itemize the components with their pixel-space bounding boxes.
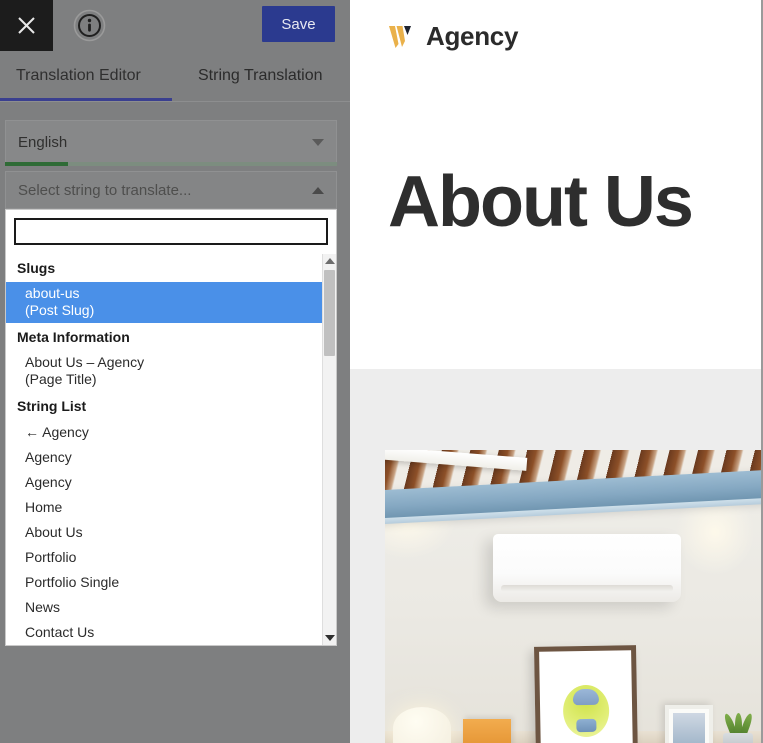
list-item-label: about-us xyxy=(25,285,80,301)
scrollbar-thumb[interactable] xyxy=(324,270,335,356)
website-preview-panel: Agency About Us xyxy=(350,0,763,743)
photo-lamp xyxy=(393,707,451,743)
list-item-sublabel: (Page Title) xyxy=(25,371,97,387)
list-item-label: Agency xyxy=(25,474,72,490)
scroll-down-arrow-icon[interactable] xyxy=(323,631,336,645)
list-item[interactable]: Portfolio xyxy=(6,545,336,570)
string-dropdown-panel: Slugs about-us (Post Slug) Meta Information… xyxy=(5,209,337,646)
string-select-placeholder: Select string to translate... xyxy=(18,181,192,199)
list-item[interactable]: Portfolio Single xyxy=(6,570,336,595)
search-input[interactable] xyxy=(14,218,328,245)
chevron-down-icon xyxy=(312,138,324,146)
translation-progress-fill xyxy=(5,162,69,166)
list-item-label: ← Agency xyxy=(25,424,89,440)
chevron-up-icon xyxy=(312,186,324,194)
list-item-sublabel: (Post Slug) xyxy=(25,302,95,318)
modal-topbar: Save xyxy=(0,0,350,51)
list-item-label: Agency xyxy=(25,449,72,465)
tab-translation-editor-label: Translation Editor xyxy=(16,67,141,84)
interior-room-photo xyxy=(385,450,761,743)
photo-artwork-graphic xyxy=(562,684,610,738)
option-group-header: Meta Information xyxy=(17,329,130,345)
list-item-label: Portfolio Single xyxy=(25,574,120,590)
list-item-label: About Us xyxy=(25,524,83,540)
list-item[interactable]: News xyxy=(6,595,336,620)
page-title: About Us xyxy=(388,162,694,242)
list-item-label: News xyxy=(25,599,61,615)
string-option-list: Slugs about-us (Post Slug) Meta Information… xyxy=(6,254,336,645)
list-item-label: About Us – Agency xyxy=(25,354,145,370)
list-item[interactable]: Home xyxy=(6,495,336,520)
language-select-value: English xyxy=(18,133,68,151)
translation-progress-bar xyxy=(5,162,337,166)
translation-modal-overlay: Save Translation Editor String Translati… xyxy=(0,0,350,743)
list-item[interactable]: ← Agency xyxy=(6,420,336,445)
scroll-up-arrow-icon[interactable] xyxy=(323,254,336,268)
w-logo-icon xyxy=(388,23,416,49)
list-item-label: Portfolio xyxy=(25,549,77,565)
list-item[interactable]: Agency xyxy=(6,470,336,495)
list-item[interactable]: Contact Us xyxy=(6,620,336,645)
tab-string-translation-label: String Translation xyxy=(198,67,323,84)
info-button[interactable] xyxy=(73,9,106,42)
active-tab-indicator xyxy=(0,98,172,101)
site-header: Agency xyxy=(350,0,761,72)
list-item[interactable]: Agency xyxy=(6,445,336,470)
photo-small-frame xyxy=(665,705,713,743)
info-icon xyxy=(73,9,106,42)
brand-name: Agency xyxy=(426,21,519,51)
dropdown-scrollbar[interactable] xyxy=(322,254,336,645)
photo-framed-artwork xyxy=(534,645,638,743)
string-select[interactable]: Select string to translate... xyxy=(5,171,337,209)
dropdown-search-area xyxy=(6,210,336,251)
site-content-section xyxy=(350,369,761,743)
list-item-label: Contact Us xyxy=(25,624,95,640)
modal-tabs: Translation Editor String Translation xyxy=(0,51,350,102)
list-item[interactable]: About Us xyxy=(6,520,336,545)
list-item[interactable]: About Us – Agency (Page Title) xyxy=(6,351,336,392)
photo-plant xyxy=(717,709,759,743)
option-group-header: String List xyxy=(17,398,87,414)
photo-book xyxy=(463,719,511,743)
save-button[interactable]: Save xyxy=(262,6,335,42)
close-icon xyxy=(18,17,35,34)
list-item-label: Home xyxy=(25,499,63,515)
photo-air-conditioner xyxy=(493,534,681,602)
option-group-header: Slugs xyxy=(17,260,56,276)
tab-string-translation[interactable]: String Translation xyxy=(198,51,323,101)
screen: Agency About Us Save Translation Editor … xyxy=(0,0,763,743)
close-button[interactable] xyxy=(0,0,53,51)
tab-translation-editor[interactable]: Translation Editor xyxy=(16,51,141,101)
hero-section: About Us xyxy=(350,72,761,369)
language-select[interactable]: English xyxy=(5,120,337,164)
list-item-selected[interactable]: about-us (Post Slug) xyxy=(6,282,336,323)
